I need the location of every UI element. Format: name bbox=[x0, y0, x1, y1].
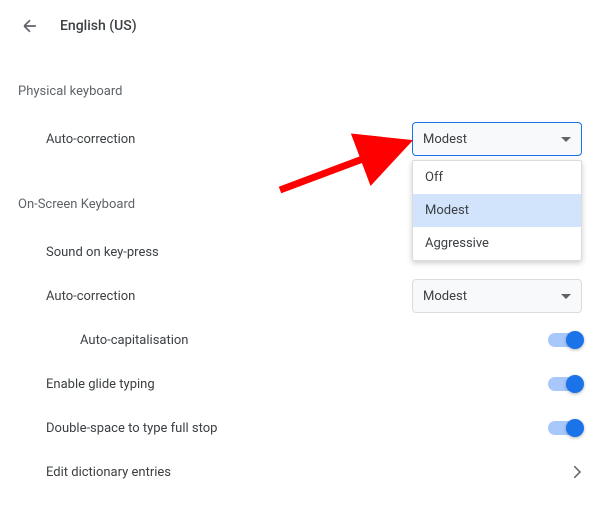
toggle-knob bbox=[566, 375, 584, 393]
row-double-space: Double-space to type full stop bbox=[18, 406, 582, 450]
double-space-toggle[interactable] bbox=[548, 421, 582, 435]
glide-typing-label: Enable glide typing bbox=[46, 377, 548, 392]
toggle-knob bbox=[566, 419, 584, 437]
chevron-down-icon bbox=[561, 137, 571, 142]
row-glide-typing: Enable glide typing bbox=[18, 362, 582, 406]
toggle-knob bbox=[566, 331, 584, 349]
onscreen-autocorrection-select[interactable]: Modest bbox=[412, 279, 582, 313]
dropdown-option-off[interactable]: Off bbox=[413, 161, 581, 194]
arrow-left-icon bbox=[20, 16, 40, 36]
auto-capitalisation-toggle[interactable] bbox=[548, 333, 582, 347]
onscreen-autocorrection-value: Modest bbox=[423, 289, 561, 304]
chevron-down-icon bbox=[561, 294, 571, 299]
physical-autocorrection-value: Modest bbox=[423, 132, 561, 147]
onscreen-autocorrection-label: Auto-correction bbox=[46, 289, 412, 304]
edit-dictionary-label: Edit dictionary entries bbox=[46, 465, 574, 480]
row-edit-dictionary[interactable]: Edit dictionary entries bbox=[18, 450, 582, 494]
section-physical-keyboard: Physical keyboard bbox=[18, 84, 582, 99]
row-physical-autocorrection: Auto-correction Modest bbox=[18, 117, 582, 161]
physical-autocorrection-select[interactable]: Modest bbox=[412, 122, 582, 156]
auto-capitalisation-label: Auto-capitalisation bbox=[80, 333, 548, 348]
chevron-right-icon bbox=[574, 466, 582, 478]
glide-typing-toggle[interactable] bbox=[548, 377, 582, 391]
physical-autocorrection-label: Auto-correction bbox=[46, 132, 412, 147]
header: English (US) bbox=[0, 0, 600, 48]
row-onscreen-autocorrection: Auto-correction Modest bbox=[18, 274, 582, 318]
back-button[interactable] bbox=[18, 14, 42, 38]
double-space-label: Double-space to type full stop bbox=[46, 421, 548, 436]
row-auto-capitalisation: Auto-capitalisation bbox=[18, 318, 582, 362]
content: Physical keyboard Auto-correction Modest… bbox=[0, 48, 600, 494]
dropdown-option-aggressive[interactable]: Aggressive bbox=[413, 227, 581, 260]
dropdown-option-modest[interactable]: Modest bbox=[413, 194, 581, 227]
autocorrection-dropdown: Off Modest Aggressive bbox=[412, 160, 582, 261]
page-title: English (US) bbox=[60, 18, 137, 34]
